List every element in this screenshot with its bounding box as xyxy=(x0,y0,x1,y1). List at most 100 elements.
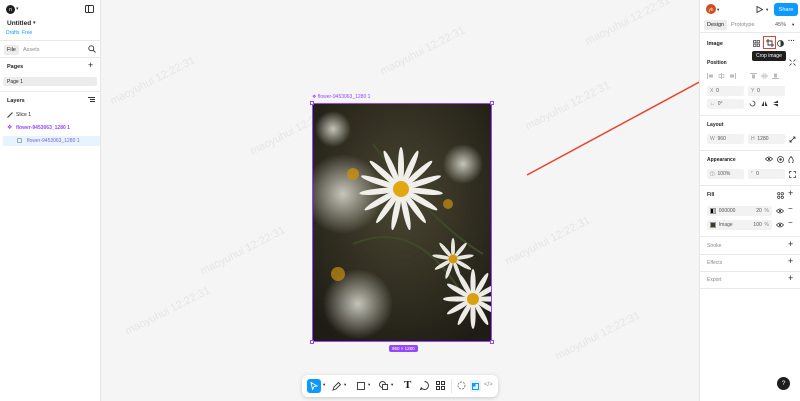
eye-icon[interactable] xyxy=(776,208,784,214)
add-export-icon[interactable]: + xyxy=(788,274,793,283)
add-effect-icon[interactable]: + xyxy=(788,257,793,266)
flip-vertical-icon[interactable] xyxy=(772,100,779,107)
grid-icon[interactable] xyxy=(753,40,760,47)
opacity-value: 100% xyxy=(717,171,731,177)
resize-icon[interactable] xyxy=(789,136,796,143)
components-icon[interactable] xyxy=(436,381,445,390)
add-stroke-icon[interactable]: + xyxy=(788,240,793,249)
pen-tool-icon[interactable] xyxy=(332,382,341,391)
align-right-icon[interactable] xyxy=(729,73,736,79)
chevron-down-icon[interactable]: ▾ xyxy=(368,382,370,388)
dev-mode-button[interactable] xyxy=(470,380,481,392)
add-fill-icon[interactable]: + xyxy=(788,189,793,198)
drafts-link[interactable]: Drafts xyxy=(6,30,19,36)
chevron-down-icon[interactable]: ▾ xyxy=(391,382,393,388)
comment-tool-icon[interactable] xyxy=(420,381,429,390)
height-field[interactable]: H 1280 xyxy=(748,134,785,144)
code-icon[interactable]: </> xyxy=(484,382,493,388)
collapse-layers-icon[interactable] xyxy=(88,96,95,103)
radius-value: 0 xyxy=(756,171,759,177)
styles-grid-icon[interactable] xyxy=(777,192,784,199)
sidebar-toggle-icon[interactable] xyxy=(85,5,94,13)
pages-title: Pages xyxy=(7,64,24,70)
shape-tool-icon[interactable] xyxy=(379,381,388,390)
layer-label: flower-9453063_1280 1 xyxy=(27,138,80,144)
align-left-icon[interactable] xyxy=(707,73,714,79)
file-name[interactable]: Untitled xyxy=(7,20,31,27)
corner-radius-field[interactable]: ⌜ 0 xyxy=(748,169,785,179)
chevron-down-icon[interactable]: ▾ xyxy=(344,382,346,388)
canvas[interactable]: maoyuhui 12:22:31 maoyuhui 12:22:31 maoy… xyxy=(101,0,699,401)
share-button[interactable]: Share xyxy=(774,3,798,16)
resize-handle-br[interactable] xyxy=(490,340,494,344)
align-bottom-icon[interactable] xyxy=(772,73,779,79)
remove-fill-icon[interactable]: − xyxy=(788,219,793,227)
flip-horizontal-icon[interactable] xyxy=(761,100,768,107)
w-label: W xyxy=(710,136,715,142)
plugins-icon[interactable] xyxy=(457,381,466,390)
h-label: H xyxy=(751,136,755,142)
fill-color-row[interactable]: 000000 20 % xyxy=(707,206,772,216)
rotation-field[interactable]: ∟ 0° xyxy=(707,99,744,109)
add-page-icon[interactable]: + xyxy=(88,61,93,70)
chevron-down-icon[interactable]: ▾ xyxy=(717,7,719,13)
tab-prototype[interactable]: Prototype xyxy=(731,22,755,28)
size-badge: 960 × 1280 xyxy=(389,345,418,352)
page-label: Page 1 xyxy=(7,79,23,85)
resize-handle-tl[interactable] xyxy=(310,101,314,105)
play-icon[interactable] xyxy=(756,6,763,13)
rotate-90-icon[interactable] xyxy=(749,100,756,107)
chevron-down-icon[interactable]: ▾ xyxy=(323,382,325,388)
fill-swatch xyxy=(710,208,716,214)
align-top-icon[interactable] xyxy=(750,73,757,79)
tab-assets[interactable]: Assets xyxy=(23,47,40,53)
main-menu-button[interactable]: n xyxy=(6,5,15,14)
resize-handle-tr[interactable] xyxy=(490,101,494,105)
fill-image-row[interactable]: Image 100 % xyxy=(707,220,772,230)
app-window: n ▾ Untitled ▾ Drafts Free File Assets P… xyxy=(0,0,800,401)
y-value: 0 xyxy=(757,88,760,94)
blend-icon[interactable] xyxy=(777,156,784,163)
text-tool-icon[interactable]: T xyxy=(404,379,411,391)
tab-file[interactable]: File xyxy=(4,45,19,55)
chevron-down-icon[interactable]: ▾ xyxy=(16,6,19,12)
width-field[interactable]: W 960 xyxy=(707,134,744,144)
x-label: X xyxy=(710,88,714,94)
eye-icon[interactable] xyxy=(776,222,784,228)
constraints-icon[interactable] xyxy=(789,59,796,66)
x-position-field[interactable]: X 0 xyxy=(707,86,744,96)
tab-design[interactable]: Design xyxy=(704,20,728,30)
align-middle-icon[interactable] xyxy=(761,73,768,79)
more-options-icon[interactable]: ··· xyxy=(788,38,795,45)
layer-row-frame[interactable]: ❖ flower-9453063_1280 1 xyxy=(3,123,97,133)
help-button[interactable]: ? xyxy=(777,377,790,390)
user-avatar[interactable]: yh xyxy=(706,4,716,14)
adjust-icon[interactable] xyxy=(777,40,784,47)
watermark: maoyuhui 12:22:31 xyxy=(108,54,198,108)
opacity-field[interactable]: ◫ 100% xyxy=(707,169,744,179)
search-icon[interactable] xyxy=(88,45,96,53)
left-panel: n ▾ Untitled ▾ Drafts Free File Assets P… xyxy=(0,0,101,401)
layer-label: flower-9453063_1280 1 xyxy=(16,125,70,131)
align-center-h-icon[interactable] xyxy=(718,73,725,79)
expand-corners-icon[interactable] xyxy=(789,171,796,178)
drop-icon[interactable] xyxy=(788,156,794,163)
layer-row-image[interactable]: flower-9453063_1280 1 xyxy=(3,136,100,146)
layer-label: Slice 1 xyxy=(16,112,32,118)
y-position-field[interactable]: Y 0 xyxy=(748,86,785,96)
frame-label[interactable]: ❖ flower-9453063_1280 1 xyxy=(312,94,370,100)
resize-handle-bl[interactable] xyxy=(310,340,314,344)
fill-title: Fill xyxy=(707,192,715,198)
remove-fill-icon[interactable]: − xyxy=(788,205,793,213)
rectangle-tool-icon[interactable] xyxy=(357,382,365,390)
layer-row-slice[interactable]: Slice 1 xyxy=(3,110,97,120)
zoom-level[interactable]: 45% xyxy=(775,22,786,28)
crop-image-button[interactable] xyxy=(763,36,776,49)
chevron-down-icon[interactable]: ▾ xyxy=(792,22,794,28)
page-item[interactable]: Page 1 xyxy=(3,77,97,86)
move-tool-button[interactable] xyxy=(307,379,321,393)
file-chevron-icon[interactable]: ▾ xyxy=(33,20,36,26)
chevron-down-icon[interactable]: ▾ xyxy=(766,7,768,13)
flower-image[interactable] xyxy=(312,103,492,342)
eye-icon[interactable] xyxy=(765,156,773,162)
